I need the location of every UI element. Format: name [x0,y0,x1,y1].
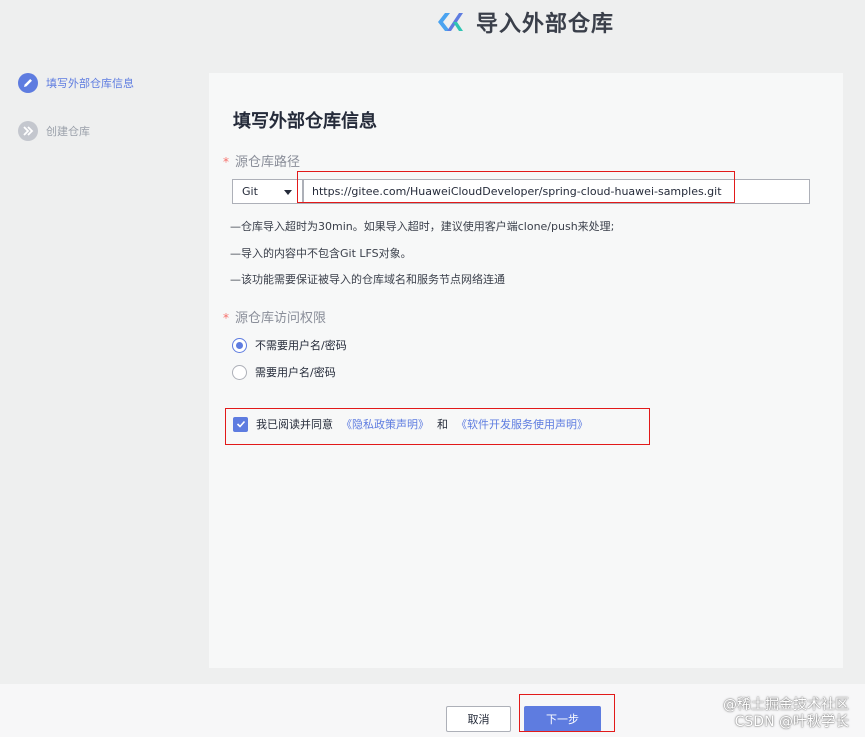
radio-label: 不需要用户名/密码 [255,339,347,352]
highlight-box-agreement [225,408,650,445]
step-fill-info[interactable]: 填写外部仓库信息 [18,72,134,94]
cancel-button[interactable]: 取消 [446,706,511,732]
note-network: —该功能需要保证被导入的仓库域名和服务节点网络连通 [230,273,505,286]
radio-label: 需要用户名/密码 [255,366,336,379]
page-title: 导入外部仓库 [476,12,615,37]
radio-button[interactable] [232,364,247,380]
radio-no-credentials[interactable]: 不需要用户名/密码 [232,337,347,353]
form-panel: 填写外部仓库信息 *源仓库路径 Git —仓库导入超时为30min。如果导入超时… [209,73,843,668]
highlight-box-url [297,171,735,203]
repo-type-select[interactable]: Git [232,179,303,204]
step-label: 创建仓库 [46,125,90,138]
page-header: 导入外部仓库 [0,0,865,44]
access-label: * 源仓库访问权限 [223,311,327,326]
logo-icon [438,13,463,31]
note-timeout: —仓库导入超时为30min。如果导入超时，建议使用客户端clone/push来处… [230,220,615,233]
note-lfs: —导入的内容中不包含Git LFS对象。 [230,247,412,260]
step-label: 填写外部仓库信息 [46,77,134,90]
highlight-box-next [519,694,615,732]
required-mark: * [223,155,229,169]
double-chevron-right-icon [18,121,38,141]
step-nav: 填写外部仓库信息 创建仓库 [18,72,134,168]
radio-button[interactable] [232,337,247,353]
chevron-down-icon [284,190,292,195]
form-title: 填写外部仓库信息 [233,111,377,132]
step-create-repo[interactable]: 创建仓库 [18,120,134,142]
repo-type-value: Git [242,185,258,198]
radio-with-credentials[interactable]: 需要用户名/密码 [232,364,336,380]
required-mark: * [223,311,229,325]
pencil-icon [18,73,38,93]
source-path-label: * 源仓库路径 [223,155,301,170]
watermark-csdn: CSDN @叶秋学长 [734,714,849,730]
